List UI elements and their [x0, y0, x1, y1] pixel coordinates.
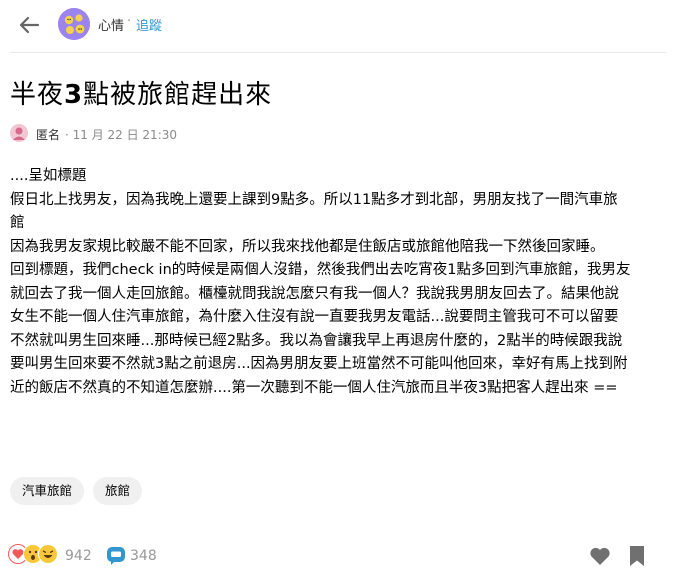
- comment-icon[interactable]: [106, 546, 126, 566]
- post-title-part2: 點被旅館趕出來: [83, 80, 273, 110]
- post-title-number: 3: [64, 80, 84, 110]
- haha-reaction-icon: [38, 544, 58, 564]
- board-avatar[interactable]: [58, 8, 90, 40]
- content-line: 要叫男生回來要不然就3點之前退房...因為男朋友要上班當然不可能叫他回來，幸好有…: [10, 356, 628, 372]
- board-name[interactable]: 心情: [98, 15, 124, 34]
- tag-chip[interactable]: 汽車旅館: [10, 477, 85, 505]
- content-line: 女生不能一個人住汽車旅館，為什麼入住沒有說一直要我男友電話...說要問主管我可不…: [10, 309, 619, 325]
- content-line: 不然就叫男生回來睡...那時候已經2點多。我以為會讓我早上再退房什麼的，2點半的…: [10, 332, 623, 349]
- bookmark-icon[interactable]: [629, 545, 645, 567]
- post-meta: · 11 月 22 日 21:30: [65, 128, 178, 142]
- back-arrow-icon[interactable]: [16, 13, 44, 37]
- follow-button[interactable]: 追蹤: [136, 15, 162, 34]
- content-line: ....呈如標題: [10, 168, 87, 184]
- content-line: 館: [10, 215, 25, 231]
- author-avatar: [10, 124, 28, 142]
- comment-count: 348: [130, 548, 157, 564]
- content-line: 近的飯店不然真的不知道怎麼辦....第一次聽到不能一個人住汽旅而且半夜3點把客人…: [10, 379, 618, 396]
- post-title-part1: 半夜: [10, 80, 65, 110]
- tag-chip[interactable]: 旅館: [93, 477, 143, 505]
- content-line: 就回去了我一個人走回旅館。櫃檯就問我說怎麼只有我一個人？我說我男朋友回去了。結果…: [10, 285, 619, 302]
- top-bar: 心情 · 追蹤: [0, 0, 677, 52]
- content-line: 假日北上找男友，因為我晚上還要上課到9點多。所以11點多才到北部，男朋友找了一間…: [10, 191, 618, 208]
- header-divider: [10, 52, 667, 53]
- header-separator: ·: [127, 14, 132, 29]
- reaction-count: 942: [65, 548, 92, 564]
- author-name: 匿名: [36, 128, 61, 142]
- heart-outline-icon[interactable]: [589, 546, 611, 566]
- content-line: 因為我男友家規比較嚴不能不回家，所以我來找他都是住飯店或旅館他陪我一下然後回家睡…: [10, 238, 605, 255]
- content-line: 回到標題，我們check in的時候是兩個人沒錯，然後我們出去吃宵夜1點多回到汽…: [10, 262, 631, 278]
- post-title: 半夜3點被旅館趕出來: [10, 74, 272, 111]
- post-content: ....呈如標題 假日北上找男友，因為我晚上還要上課到9點多。所以11點多才到北…: [10, 165, 665, 400]
